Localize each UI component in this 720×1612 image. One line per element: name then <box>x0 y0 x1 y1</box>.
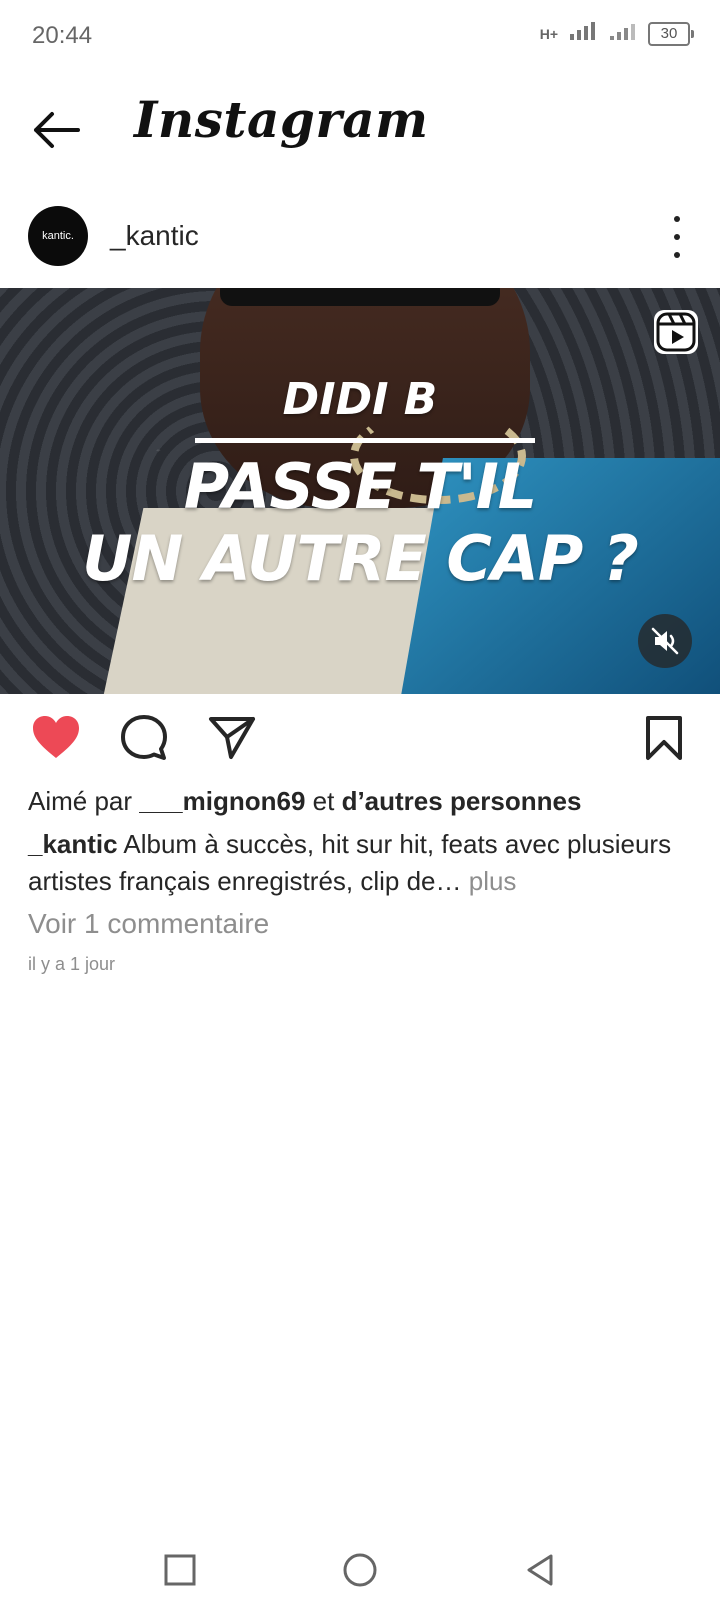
post-header: kantic. _kantic <box>0 198 720 288</box>
likes-others-link[interactable]: d’autres personnes <box>342 786 582 816</box>
mute-icon <box>651 627 679 655</box>
caption-more-link[interactable]: plus <box>462 866 517 896</box>
home-button[interactable] <box>330 1540 390 1600</box>
battery-level: 30 <box>660 24 678 42</box>
square-recent-icon <box>164 1554 196 1586</box>
back-arrow-icon <box>34 112 80 148</box>
likes-text: Aimé par ___mignon69 et d’autres personn… <box>28 786 581 817</box>
system-navigation-bar <box>0 1540 720 1612</box>
caption-username[interactable]: _kantic <box>28 829 118 859</box>
likes-prefix: Aimé par <box>28 786 140 816</box>
media-title-line-2: PASSE T'IL <box>183 450 538 523</box>
signal-icon-2 <box>608 20 638 47</box>
status-bar: 20:44 H+ 30 <box>0 0 720 72</box>
reels-icon <box>654 310 698 354</box>
post-username[interactable]: _kantic <box>110 220 199 252</box>
more-vertical-icon-dot <box>674 252 680 258</box>
share-button[interactable] <box>204 710 260 766</box>
liker-username[interactable]: ___mignon69 <box>139 786 305 816</box>
media-title-line-3: UN AUTRE CAP ? <box>82 522 639 595</box>
circle-home-icon <box>343 1553 377 1587</box>
status-icons: H+ 30 <box>540 20 694 47</box>
battery-icon: 30 <box>648 21 694 46</box>
caption-text: Album à succès, hit sur hit, feats avec … <box>28 829 672 896</box>
post-actions <box>0 694 720 784</box>
bookmark-icon <box>646 716 682 760</box>
like-button[interactable] <box>28 710 84 766</box>
more-options-button[interactable] <box>662 212 692 262</box>
view-comments-link[interactable]: Voir 1 commentaire <box>28 908 269 940</box>
save-button[interactable] <box>636 710 692 766</box>
instagram-logo: Instagram <box>134 90 429 149</box>
post-timestamp: il y a 1 jour <box>28 954 116 974</box>
more-vertical-icon-dot <box>674 234 680 240</box>
media-title-divider <box>195 438 535 443</box>
back-button[interactable] <box>26 100 86 160</box>
media-title-line-1: DIDI B <box>282 374 438 425</box>
network-type: H+ <box>539 25 558 42</box>
mute-button[interactable] <box>638 614 692 668</box>
network-icon: H+ <box>540 27 558 41</box>
triangle-back-icon <box>527 1554 553 1586</box>
avatar[interactable]: kantic. <box>28 206 88 266</box>
more-vertical-icon-dot <box>674 216 680 222</box>
post-media[interactable]: DIDI B PASSE T'IL UN AUTRE CAP ? <box>0 288 720 694</box>
signal-icon <box>568 20 598 47</box>
heart-icon <box>33 716 79 758</box>
likes-middle: et <box>305 786 342 816</box>
post-caption: _kantic Album à succès, hit sur hit, fea… <box>28 826 698 900</box>
comment-icon <box>121 715 167 760</box>
comment-button[interactable] <box>116 710 172 766</box>
media-glasses <box>220 288 500 306</box>
app-header: Instagram <box>0 72 720 188</box>
instagram-app: 20:44 H+ 30 Instagram kantic. _kantic DI… <box>0 0 720 1612</box>
recent-apps-button[interactable] <box>150 1540 210 1600</box>
system-back-button[interactable] <box>510 1540 570 1600</box>
status-time: 20:44 <box>32 22 93 49</box>
avatar-text: kantic. <box>42 230 74 242</box>
send-icon <box>209 717 255 759</box>
